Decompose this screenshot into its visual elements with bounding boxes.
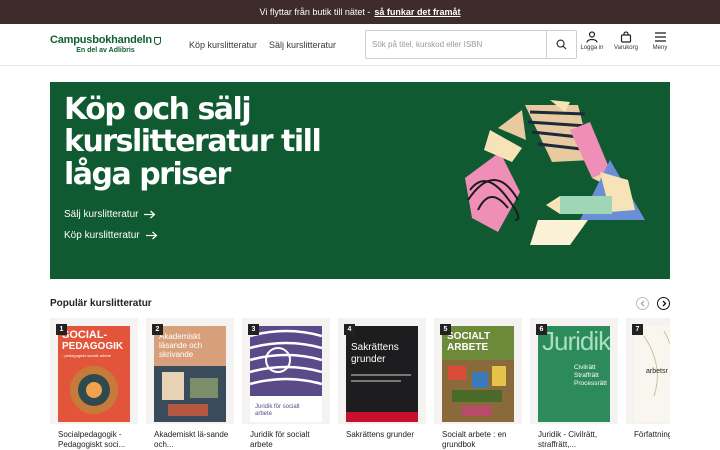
login-label: Logga in (580, 45, 604, 51)
popular-title: Populär kurslitteratur (50, 297, 152, 309)
search-icon (556, 39, 567, 50)
hero-title: Köp och sälj kurslitteratur till låga pr… (64, 92, 322, 192)
site-header: Campusbokhandeln En del av Adlibris Köp … (0, 24, 720, 66)
cover-text: SOCIAL- (58, 326, 130, 341)
cover-text: arbetsr (646, 368, 668, 375)
shield-icon (153, 36, 161, 45)
cover-text: Sakrättens grunder (351, 342, 399, 365)
arrow-right-icon (145, 231, 158, 240)
book-title: Socialpedagogik - Pedagogiskt soci... (58, 430, 126, 450)
book-card[interactable]: 6 Juridik Civilrätt Straffrätt Processrä… (530, 318, 618, 450)
search-input[interactable] (366, 40, 546, 49)
book-cover: arbetsr (634, 326, 670, 422)
book-title: Sakrättens grunder (346, 430, 415, 439)
announcement-text: Vi flyttar från butik till nätet - (259, 7, 371, 17)
book-card[interactable]: 3 Juridik för socialt arbete Juridik för… (242, 318, 330, 450)
book-title: Socialt arbete : en grundbok (442, 430, 507, 450)
rank-badge: 4 (344, 324, 355, 335)
carousel-next-button[interactable] (657, 296, 670, 310)
cart-button[interactable]: Varukorg (614, 31, 638, 51)
cover-subtitle: - pedagogiskt socialt arbete (62, 353, 111, 358)
book-cover: Akademiskt läsande och skrivande (154, 326, 226, 422)
search-bar (365, 30, 577, 59)
book-cover: Juridik Civilrätt Straffrätt Processrätt (538, 326, 610, 422)
book-carousel: 1 SOCIAL- PEDAGOGIK - pedagogiskt social… (50, 318, 670, 450)
main-nav: Köp kurslitteratur Sälj kurslitteratur (189, 40, 336, 50)
login-button[interactable]: Logga in (580, 31, 604, 51)
book-title: Författning rättsfallsi... (634, 430, 670, 439)
cover-text: PEDAGOGIK (62, 341, 124, 352)
bag-icon (620, 31, 632, 43)
cover-text: Juridik för socialt arbete (255, 404, 300, 418)
menu-label: Meny (652, 45, 668, 51)
rank-badge: 5 (440, 324, 451, 335)
cover-text: SOCIALT ARBETE (447, 331, 491, 353)
book-cover: Juridik för socialt arbete (250, 326, 322, 422)
book-title: Juridik - Civilrätt, straffrätt,... (538, 430, 598, 450)
cover-subtitle: Civilrätt Straffrätt Processrätt (574, 364, 607, 387)
hero-banner: Köp och sälj kurslitteratur till låga pr… (50, 82, 670, 279)
cover-pattern (250, 326, 322, 396)
carousel-prev-button[interactable] (636, 296, 649, 310)
book-card[interactable]: 5 SOCIALT ARBETE Socialt arbete : en gru… (434, 318, 522, 450)
chevron-left-icon (640, 300, 644, 306)
cover-text: Akademiskt läsande och skrivande (159, 332, 203, 360)
rank-badge: 7 (632, 324, 643, 335)
hero-sell-link[interactable]: Sälj kurslitteratur (64, 209, 156, 220)
announcement-link[interactable]: så funkar det framåt (374, 7, 460, 17)
logo-subtitle: En del av Adlibris (76, 47, 135, 54)
book-card[interactable]: 1 SOCIAL- PEDAGOGIK - pedagogiskt social… (50, 318, 138, 450)
rank-badge: 6 (536, 324, 547, 335)
hero-buy-label: Köp kurslitteratur (64, 230, 140, 241)
user-icon (586, 31, 598, 43)
logo[interactable]: Campusbokhandeln En del av Adlibris (50, 35, 161, 54)
book-cover: SOCIAL- PEDAGOGIK - pedagogiskt socialt … (58, 326, 130, 422)
announcement-bar: Vi flyttar från butik till nätet - så fu… (0, 0, 720, 24)
book-cover: Sakrättens grunder (346, 326, 418, 422)
book-card[interactable]: 4 Sakrättens grunder Sakrättens grunder (338, 318, 426, 450)
recycle-illustration (465, 100, 645, 245)
cover-text: Juridik (542, 326, 610, 356)
logo-text: Campusbokhandeln (50, 34, 152, 46)
rank-badge: 2 (152, 324, 163, 335)
nav-buy[interactable]: Köp kurslitteratur (189, 40, 257, 50)
arrow-right-icon (144, 210, 156, 219)
book-title: Akademiskt lä-sande och... (154, 430, 229, 450)
header-icons: Logga in Varukorg Meny (580, 31, 672, 51)
popular-section: Populär kurslitteratur (50, 294, 670, 312)
rank-badge: 1 (56, 324, 67, 335)
chevron-right-icon (662, 300, 666, 306)
book-title: Juridik för socialt arbete (250, 430, 310, 450)
cart-label: Varukorg (614, 45, 638, 51)
hero-sell-label: Sälj kurslitteratur (64, 209, 139, 220)
book-cover: SOCIALT ARBETE (442, 326, 514, 422)
hero-buy-link[interactable]: Köp kurslitteratur (64, 230, 158, 241)
menu-button[interactable]: Meny (648, 31, 672, 51)
book-card[interactable]: 7 arbetsr Författning rättsfallsi... (626, 318, 670, 450)
book-card[interactable]: 2 Akademiskt läsande och skrivande Akade… (146, 318, 234, 450)
rank-badge: 3 (248, 324, 259, 335)
nav-sell[interactable]: Sälj kurslitteratur (269, 40, 336, 50)
search-button[interactable] (546, 31, 576, 58)
hamburger-icon (654, 32, 666, 42)
